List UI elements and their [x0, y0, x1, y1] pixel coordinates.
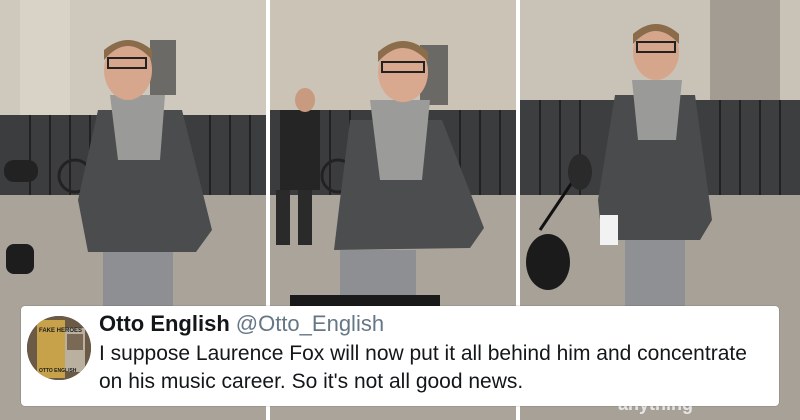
- avatar-book-cover-image: FAKE HEROES OTTO ENGLISH: [27, 316, 91, 380]
- tweet-text: I suppose Laurence Fox will now put it a…: [99, 342, 747, 393]
- tweet-username[interactable]: @Otto_English: [236, 311, 384, 336]
- avatar-book-author: OTTO ENGLISH: [39, 368, 77, 374]
- tweet-author-name[interactable]: Otto English: [99, 311, 230, 336]
- tweet-card: FAKE HEROES OTTO ENGLISH Otto English @Ot…: [21, 306, 779, 406]
- avatar: FAKE HEROES OTTO ENGLISH: [27, 316, 91, 380]
- avatar-book-title: FAKE HEROES: [39, 328, 82, 334]
- tweet-header: Otto English @Otto_English: [99, 310, 384, 338]
